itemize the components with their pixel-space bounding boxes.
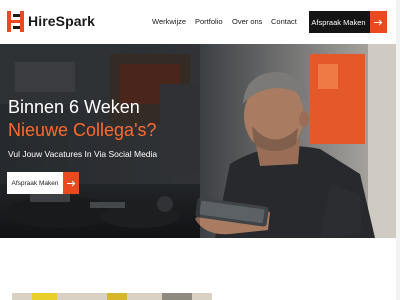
page-scrollbar[interactable] <box>396 0 400 300</box>
hero-appointment-button[interactable]: Afspraak Maken <box>7 172 79 194</box>
next-section-image <box>12 293 212 300</box>
hero-title-line-2: Nieuwe Collega's? <box>8 120 157 140</box>
nav-item-werkwijze[interactable]: Werkwijze <box>152 17 186 26</box>
brand-logo[interactable]: HireSpark <box>7 10 95 32</box>
hs-monogram-icon <box>7 10 24 32</box>
brand-name: HireSpark <box>28 13 96 29</box>
arrow-right-icon <box>63 172 79 194</box>
hero-section: Binnen 6 Weken Nieuwe Collega's? Vul Jou… <box>0 44 400 238</box>
arrow-right-icon <box>370 11 387 33</box>
header-appointment-label: Afspraak Maken <box>311 17 366 27</box>
hero-title-line-1: Binnen 6 Weken <box>8 97 140 117</box>
nav-item-contact[interactable]: Contact <box>271 17 297 26</box>
nav-item-portfolio[interactable]: Portfolio <box>195 17 223 26</box>
hero-appointment-label: Afspraak Maken <box>11 179 59 187</box>
nav-item-over-ons[interactable]: Over ons <box>232 17 262 26</box>
hero-background-photo <box>0 44 400 238</box>
site-header: HireSpark Werkwijze Portfolio Over ons C… <box>0 0 400 45</box>
header-appointment-button[interactable]: Afspraak Maken <box>309 11 387 33</box>
hero-subtitle: Vul Jouw Vacatures In Via Social Media <box>8 149 158 159</box>
